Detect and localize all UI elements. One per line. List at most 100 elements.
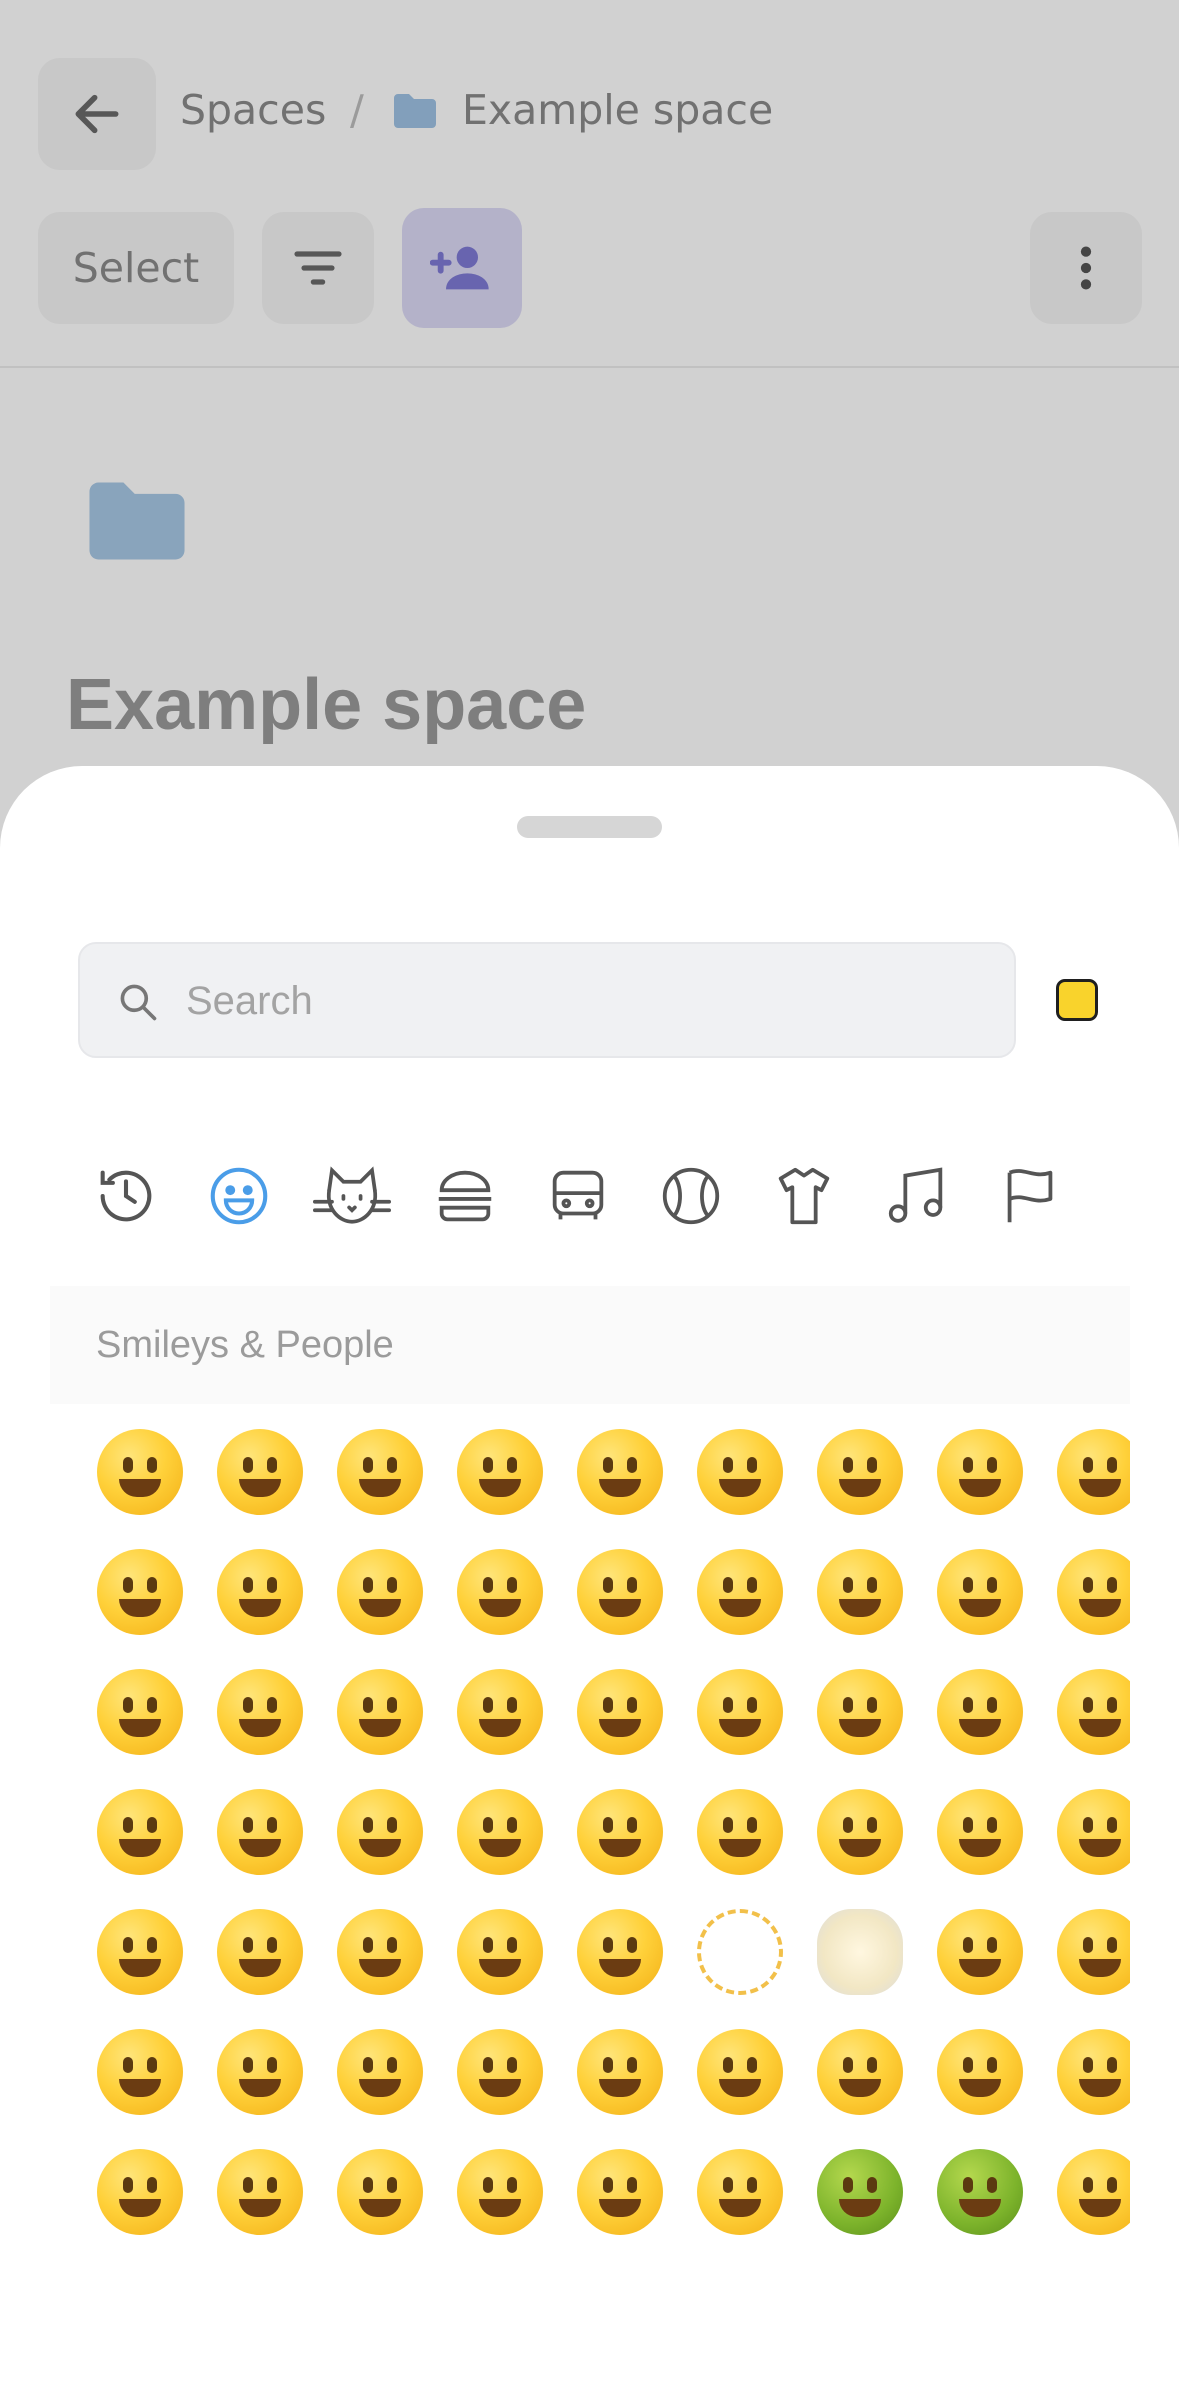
emoji-cell[interactable] [560,1412,680,1532]
emoji-cell[interactable] [200,1772,320,1892]
category-smileys[interactable] [189,1146,289,1246]
emoji-cell[interactable] [200,1892,320,2012]
emoji-cell[interactable] [560,2012,680,2132]
emoji-cell[interactable] [440,2012,560,2132]
emoji-cell[interactable] [80,2132,200,2252]
shirt-icon [778,1167,830,1225]
emoji-face-icon [337,1549,423,1635]
emoji-cell[interactable] [800,2132,920,2252]
emoji-cell[interactable] [440,1532,560,1652]
category-food[interactable] [415,1146,515,1246]
emoji-face-icon [577,2149,663,2235]
emoji-cell[interactable] [560,1892,680,2012]
emoji-search-input[interactable] [184,944,988,1058]
emoji-face-icon [1057,2029,1130,2115]
emoji-cell[interactable] [920,1772,1040,1892]
emoji-cell[interactable] [1040,1892,1130,2012]
emoji-cell[interactable] [680,2012,800,2132]
emoji-cell[interactable] [920,1892,1040,2012]
emoji-cell[interactable] [200,1412,320,1532]
emoji-cell[interactable] [80,1532,200,1652]
category-recent[interactable] [76,1146,176,1246]
emoji-cell[interactable] [560,2132,680,2252]
emoji-cell[interactable] [920,1412,1040,1532]
emoji-face-icon [97,2029,183,2115]
emoji-cell[interactable] [800,1772,920,1892]
emoji-cell[interactable] [920,1652,1040,1772]
emoji-cell[interactable] [680,1532,800,1652]
emoji-cell[interactable] [920,1532,1040,1652]
emoji-cell[interactable] [1040,1532,1130,1652]
emoji-cell[interactable] [80,1772,200,1892]
emoji-cell[interactable] [1040,1412,1130,1532]
emoji-face-icon [337,1909,423,1995]
category-flags[interactable] [980,1146,1080,1246]
emoji-cell[interactable] [440,1412,560,1532]
emoji-cell[interactable] [800,2012,920,2132]
emoji-cell[interactable] [1040,1772,1130,1892]
emoji-face-icon [697,1669,783,1755]
emoji-face-icon [337,2149,423,2235]
emoji-cell[interactable] [440,1772,560,1892]
emoji-cell[interactable] [680,1892,800,2012]
category-objects[interactable] [754,1146,854,1246]
emoji-cell[interactable] [1040,2132,1130,2252]
emoji-cell[interactable] [920,2012,1040,2132]
emoji-cell[interactable] [200,2132,320,2252]
emoji-cell[interactable] [80,2012,200,2132]
emoji-cell[interactable] [680,1772,800,1892]
emoji-cell[interactable] [320,1532,440,1652]
emoji-cell[interactable] [680,1412,800,1532]
skin-tone-selector[interactable] [1056,979,1098,1021]
emoji-cell[interactable] [440,2132,560,2252]
emoji-face-icon [337,1669,423,1755]
category-animals[interactable] [302,1146,402,1246]
emoji-cell[interactable] [320,1772,440,1892]
category-travel[interactable] [528,1146,628,1246]
emoji-face-icon [97,2149,183,2235]
emoji-face-icon [217,1669,303,1755]
emoji-cell[interactable] [320,2012,440,2132]
drag-handle[interactable] [517,816,662,838]
music-note-icon [888,1167,943,1223]
emoji-face-icon [1057,1669,1130,1755]
emoji-cell[interactable] [680,2132,800,2252]
emoji-cell[interactable] [440,1652,560,1772]
emoji-cell[interactable] [560,1772,680,1892]
emoji-face-icon [457,1789,543,1875]
emoji-cell[interactable] [320,1892,440,2012]
emoji-face-icon [697,1429,783,1515]
category-symbols[interactable] [867,1146,967,1246]
emoji-cell[interactable] [680,1652,800,1772]
emoji-face-icon [577,1429,663,1515]
emoji-cell[interactable] [320,1412,440,1532]
section-header: Smileys & People [50,1286,1130,1404]
emoji-cell[interactable] [800,1532,920,1652]
emoji-cell[interactable] [800,1892,920,2012]
emoji-face-icon [217,1789,303,1875]
emoji-cell[interactable] [1040,1652,1130,1772]
emoji-cell[interactable] [440,1892,560,2012]
search-icon [120,984,157,1021]
emoji-face-icon [937,1429,1023,1515]
emoji-cell[interactable] [320,2132,440,2252]
emoji-face-icon [97,1669,183,1755]
emoji-cell[interactable] [80,1412,200,1532]
emoji-cell[interactable] [800,1412,920,1532]
emoji-cell[interactable] [320,1652,440,1772]
category-activity[interactable] [641,1146,741,1246]
emoji-cell[interactable] [800,1652,920,1772]
emoji-cell[interactable] [200,1652,320,1772]
emoji-face-icon [697,1789,783,1875]
emoji-cell[interactable] [560,1652,680,1772]
emoji-cell[interactable] [80,1892,200,2012]
emoji-cell[interactable] [200,1532,320,1652]
emoji-cell[interactable] [200,2012,320,2132]
emoji-cell[interactable] [80,1652,200,1772]
emoji-cell[interactable] [920,2132,1040,2252]
clock-history-icon [100,1170,152,1222]
smiley-icon [210,1167,268,1225]
emoji-search-box[interactable] [78,942,1016,1058]
emoji-cell[interactable] [560,1532,680,1652]
emoji-cell[interactable] [1040,2012,1130,2132]
